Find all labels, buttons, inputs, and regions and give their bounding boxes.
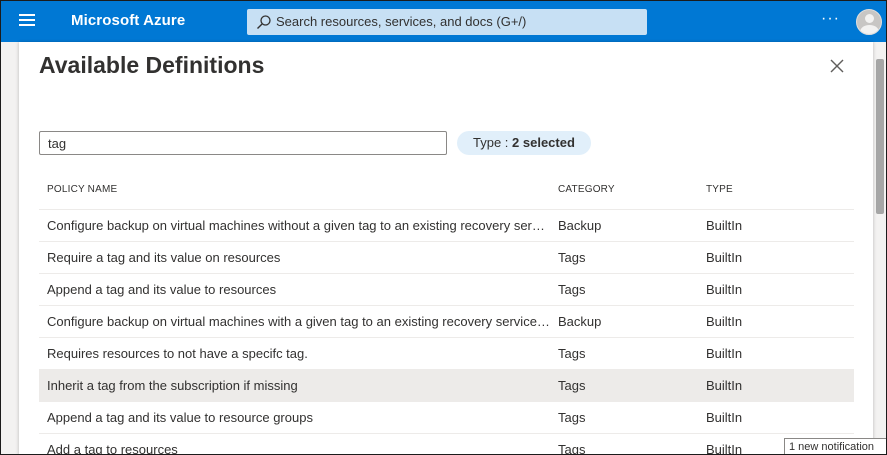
column-header-policy-name[interactable]: POLICY NAME [47,184,117,195]
definition-search-input[interactable] [39,131,447,155]
table-row[interactable]: Add a tag to resources Tags BuiltIn [39,434,854,455]
table-row-hovered[interactable]: Inherit a tag from the subscription if m… [39,370,854,402]
page-scrollbar[interactable] [876,59,884,214]
table-header: POLICY NAME CATEGORY TYPE [39,176,854,210]
type-cell: BuiltIn [706,346,743,361]
category-cell: Tags [558,250,586,265]
type-filter-label: Type : [473,135,513,150]
type-filter-value: 2 selected [512,135,575,150]
policy-name-cell: Append a tag and its value to resource g… [47,410,313,425]
policy-name-cell: Add a tag to resources [47,442,178,455]
policy-name-cell: Append a tag and its value to resources [47,282,277,297]
category-cell: Tags [558,378,586,393]
type-cell: BuiltIn [706,410,743,425]
category-cell: Tags [558,346,586,361]
policy-name-cell: Require a tag and its value on resources [47,250,281,265]
table-row[interactable]: Require a tag and its value on resources… [39,242,854,274]
search-icon [257,15,271,29]
policy-name-cell: Configure backup on virtual machines wit… [47,314,550,329]
global-search-box[interactable]: Search resources, services, and docs (G+… [247,9,647,35]
background-left [1,42,19,454]
type-filter-pill[interactable]: Type : 2 selected [457,131,591,155]
avatar-head [865,14,874,23]
type-cell: BuiltIn [706,250,743,265]
type-cell: BuiltIn [706,378,743,393]
category-cell: Tags [558,282,586,297]
category-cell: Backup [558,218,602,233]
policy-name-cell: Requires resources to not have a specifc… [47,346,308,361]
type-cell: BuiltIn [706,218,743,233]
category-cell: Tags [558,410,586,425]
user-avatar[interactable] [856,9,882,35]
column-header-type[interactable]: TYPE [706,184,733,195]
brand-title[interactable]: Microsoft Azure [71,12,185,29]
category-cell: Tags [558,442,586,455]
table-row[interactable]: Append a tag and its value to resource g… [39,402,854,434]
close-icon[interactable] [829,58,845,74]
available-definitions-panel: Available Definitions Type : 2 selected … [19,42,873,455]
avatar-body [860,25,879,34]
search-placeholder: Search resources, services, and docs (G+… [276,14,527,29]
top-nav-bar: Microsoft Azure Search resources, servic… [1,1,886,42]
type-cell: BuiltIn [706,314,743,329]
policy-name-cell: Configure backup on virtual machines wit… [47,218,550,233]
policy-name-cell: Inherit a tag from the subscription if m… [47,378,298,393]
azure-portal-window: Microsoft Azure Search resources, servic… [0,0,887,455]
definitions-table: POLICY NAME CATEGORY TYPE Configure back… [39,176,854,455]
table-row[interactable]: Requires resources to not have a specifc… [39,338,854,370]
more-options-icon[interactable]: ··· [821,10,840,28]
column-header-category[interactable]: CATEGORY [558,184,615,195]
hamburger-menu-icon[interactable] [19,14,35,28]
table-row[interactable]: Append a tag and its value to resources … [39,274,854,306]
type-cell: BuiltIn [706,282,743,297]
panel-title: Available Definitions [39,52,265,78]
type-cell: BuiltIn [706,442,743,455]
category-cell: Backup [558,314,602,329]
table-row[interactable]: Configure backup on virtual machines wit… [39,306,854,338]
notification-toast[interactable]: 1 new notification [784,438,886,454]
table-row[interactable]: Configure backup on virtual machines wit… [39,210,854,242]
